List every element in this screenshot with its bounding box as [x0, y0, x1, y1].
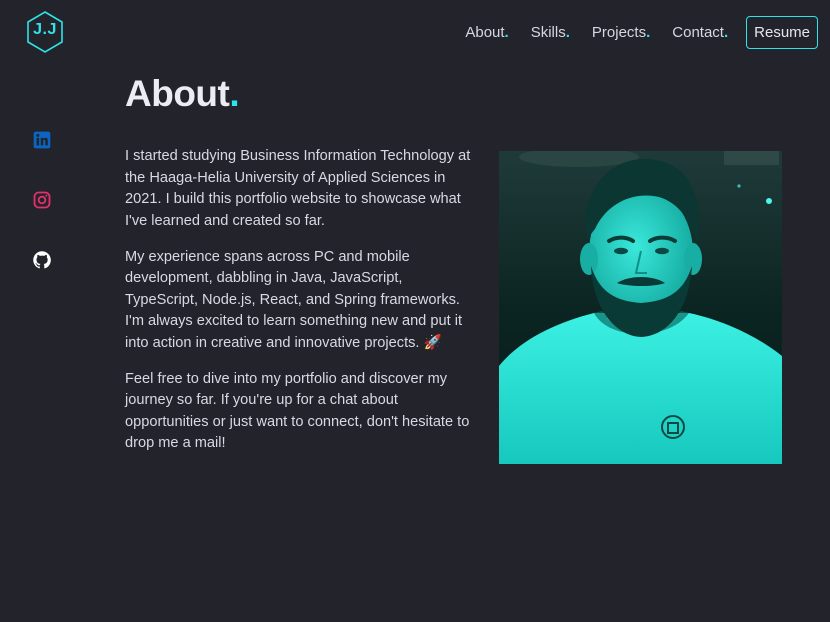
- linkedin-link[interactable]: [32, 130, 52, 150]
- nav-about-label: About: [465, 24, 505, 41]
- about-paragraph: My experience spans across PC and mobile…: [125, 248, 462, 351]
- title-dot: .: [229, 73, 240, 114]
- nav-contact[interactable]: Contact.: [672, 24, 728, 41]
- title-text: About: [125, 73, 230, 114]
- nav-contact-label: Contact: [672, 24, 724, 41]
- nav-about[interactable]: About.: [465, 24, 508, 41]
- about-paragraph: Feel free to dive into my portfolio and …: [125, 370, 470, 452]
- nav-skills-label: Skills: [530, 24, 566, 41]
- about-text: I started studying Business Information …: [125, 146, 475, 469]
- nav-dot: .: [646, 24, 651, 41]
- resume-button[interactable]: Resume: [746, 16, 818, 49]
- instagram-link[interactable]: [32, 190, 52, 210]
- github-link[interactable]: [32, 250, 52, 270]
- github-icon: [33, 251, 51, 269]
- nav-projects[interactable]: Projects.: [592, 24, 650, 41]
- linkedin-icon: [33, 131, 51, 149]
- nav-dot: .: [565, 24, 570, 41]
- nav-skills[interactable]: Skills.: [531, 24, 570, 41]
- instagram-icon: [33, 191, 51, 209]
- logo-text: J.J: [33, 21, 57, 38]
- profile-photo: [499, 151, 782, 464]
- nav-dot: .: [504, 24, 509, 41]
- logo[interactable]: J.J: [25, 10, 65, 54]
- about-paragraph: I started studying Business Information …: [125, 148, 471, 229]
- page: J.J About. Skills. Projects. Contact. Re…: [0, 0, 830, 622]
- nav-projects-label: Projects: [591, 24, 647, 41]
- main-nav: About. Skills. Projects. Contact. Resume: [465, 16, 818, 49]
- portrait-image: [499, 151, 782, 464]
- page-title: About.: [125, 73, 240, 115]
- nav-dot: .: [723, 24, 729, 41]
